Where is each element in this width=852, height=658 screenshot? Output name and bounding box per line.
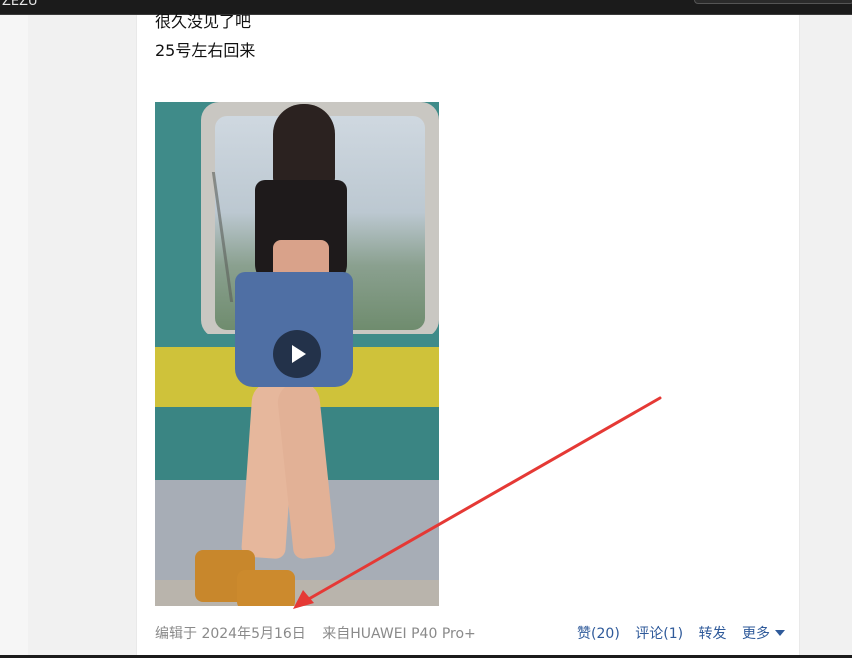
- post-meta: 编辑于 2024年5月16日 来自HUAWEI P40 Pro+: [155, 623, 476, 643]
- video-thumbnail[interactable]: [155, 102, 439, 606]
- post-text-line-1: 很久没见了吧: [155, 12, 252, 31]
- post-text-line-2: 25号左右回来: [155, 41, 256, 60]
- comment-button[interactable]: 评论(1): [635, 626, 683, 642]
- left-panel: [0, 15, 28, 658]
- boot-right: [237, 570, 295, 606]
- window-title-bar: ZEZU: [0, 0, 852, 15]
- more-button[interactable]: 更多: [742, 626, 785, 642]
- more-label: 更多: [742, 626, 770, 642]
- like-button[interactable]: 赞(20): [577, 626, 620, 642]
- post-footer: 编辑于 2024年5月16日 来自HUAWEI P40 Pro+ 赞(20) 评…: [155, 623, 785, 645]
- post-source: 来自HUAWEI P40 Pro+: [322, 626, 476, 642]
- topbar-field[interactable]: [694, 0, 852, 4]
- edited-timestamp: 编辑于 2024年5月16日: [155, 626, 306, 642]
- repost-button[interactable]: 转发: [699, 626, 727, 642]
- post-actions: 赞(20) 评论(1) 转发 更多: [566, 623, 785, 643]
- play-icon[interactable]: [273, 330, 321, 378]
- post-card: 很久没见了吧 25号左右回来 编辑于 2024年5月16日 来自HUAWEI P…: [136, 12, 800, 658]
- window-title: ZEZU: [2, 0, 38, 9]
- chevron-down-icon: [775, 630, 785, 636]
